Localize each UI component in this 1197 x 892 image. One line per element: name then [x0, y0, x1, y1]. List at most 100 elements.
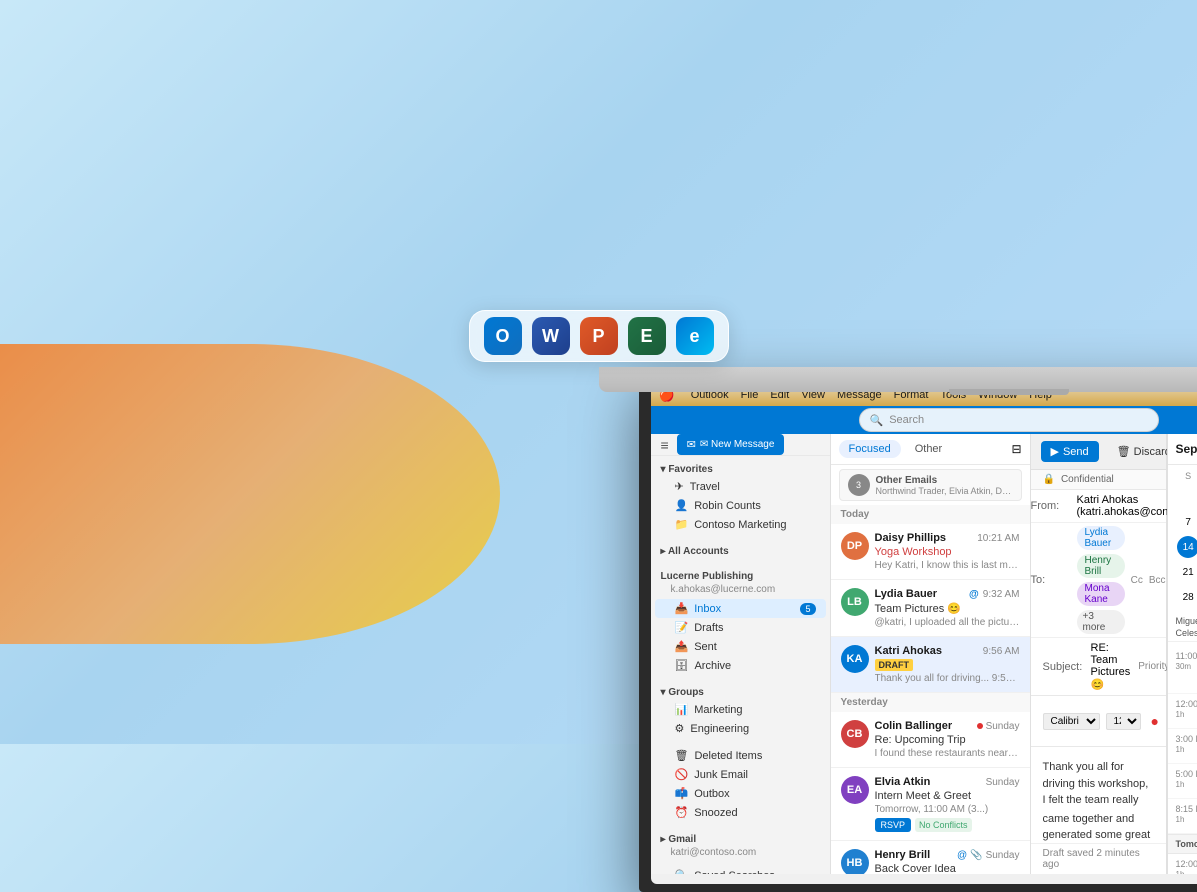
- font-size-select[interactable]: 12: [1106, 713, 1141, 730]
- email-item-daisy[interactable]: DP Daisy Phillips 10:21 AM Yoga Workshop…: [831, 524, 1030, 580]
- date-separator-yesterday: Yesterday: [831, 693, 1030, 712]
- search-bar[interactable]: 🔍 Search: [859, 408, 1159, 432]
- bcc-button[interactable]: Bcc: [1149, 575, 1166, 586]
- cc-button[interactable]: Cc: [1131, 575, 1143, 586]
- hamburger-icon[interactable]: ≡: [661, 437, 669, 453]
- send-button[interactable]: ▶ Send: [1041, 441, 1099, 462]
- cal-time-815pm: 8:15 PM1h: [1176, 802, 1197, 824]
- cal-date-7[interactable]: 7: [1177, 511, 1197, 533]
- favorites-header[interactable]: ▾ Favorites: [651, 460, 830, 477]
- email-item-lydia[interactable]: LB Lydia Bauer @9:32 AM Team Pictures 😊 …: [831, 580, 1030, 637]
- cal-event-review[interactable]: 3:00 PM1h Review with North... ⊙ Confere…: [1168, 729, 1197, 764]
- cal-time-3pm: 3:00 PM1h: [1176, 732, 1197, 754]
- sidebar-item-deleted[interactable]: 🗑 Deleted Items: [655, 746, 826, 765]
- folder-icon: 📁: [675, 518, 689, 531]
- focused-tab[interactable]: Focused: [839, 440, 901, 458]
- priority-label[interactable]: Priority: [1138, 661, 1169, 672]
- groups-header[interactable]: ▾ Groups: [651, 683, 830, 700]
- recipient-lydia[interactable]: Lydia Bauer: [1077, 526, 1125, 550]
- day-s1: S: [1176, 469, 1197, 483]
- app-area: ≡ ✉ ✉ New Message ▾ Favorites ✈: [651, 434, 1197, 874]
- sidebar-item-marketing[interactable]: 📊 Marketing: [655, 700, 826, 719]
- dock-word[interactable]: W: [532, 317, 570, 355]
- recipients-more[interactable]: +3 more: [1077, 610, 1125, 634]
- send-icon: ▶: [1051, 445, 1059, 458]
- formatting-bar: Calibri 12 ● B I U S ∧ ∨ >: [1031, 696, 1166, 747]
- sidebar-item-sent[interactable]: 📤 Sent: [655, 637, 826, 656]
- all-accounts-header[interactable]: ▸ All Accounts: [651, 542, 830, 559]
- inbox-badge: 5: [800, 603, 815, 615]
- grouped-emails-header[interactable]: 3 Other Emails Northwind Trader, Elvia A…: [839, 469, 1022, 501]
- excel-icon-letter: E: [640, 326, 652, 347]
- sidebar-item-travel[interactable]: ✈ Travel: [655, 477, 826, 496]
- preview-katri: Thank you all for driving... 9:56 AM: [875, 673, 1020, 684]
- gmail-header[interactable]: ▸ Gmail: [651, 830, 830, 847]
- font-select[interactable]: Calibri: [1043, 713, 1100, 730]
- email-item-katri-draft[interactable]: KA Katri Ahokas 9:56 AM DRAFT Thank you …: [831, 637, 1030, 693]
- edge-icon-letter: e: [689, 326, 699, 347]
- outbox-icon: 📫: [675, 787, 689, 800]
- sidebar-item-contoso[interactable]: 📁 Contoso Marketing: [655, 515, 826, 534]
- email-item-henry[interactable]: HB Henry Brill @ 📎 Sunday: [831, 841, 1030, 874]
- sidebar-item-robin[interactable]: 👤 Robin Counts: [655, 496, 826, 515]
- snooze-icon: ⏰: [675, 806, 689, 819]
- to-field[interactable]: To: Lydia Bauer Henry Brill Mona Kane +3…: [1031, 523, 1166, 638]
- rsvp-button[interactable]: RSVP: [875, 818, 912, 832]
- dock-powerpoint[interactable]: P: [580, 317, 618, 355]
- lucerne-section: Lucerne Publishing k.ahokas@lucerne.com …: [651, 563, 830, 679]
- sidebar-item-engineering[interactable]: ⚙ Engineering: [655, 719, 826, 738]
- email-item-colin[interactable]: CB Colin Ballinger Sunday Re: Upcoming: [831, 712, 1030, 768]
- sidebar-item-snoozed[interactable]: ⏰ Snoozed: [655, 803, 826, 822]
- recipient-mona[interactable]: Mona Kane: [1077, 582, 1125, 606]
- cal-time-12pm-tmrw: 12:00 PM1h: [1176, 857, 1197, 874]
- subject-daisy: Yoga Workshop: [875, 546, 1020, 558]
- cal-date-21[interactable]: 21: [1177, 561, 1197, 583]
- subject-row: Subject: RE: Team Pictures 😊 Priority ⌄: [1031, 638, 1166, 696]
- junk-icon: 🚫: [675, 768, 689, 781]
- compose-icon: ✉: [687, 438, 696, 451]
- cal-event-happy-hour[interactable]: 5:00 PM1h Happy Hour ⊙ Fabrikam: [1168, 764, 1197, 799]
- compose-toolbar: ▶ Send 🗑 Discard 📎 Attach ✒: [1031, 434, 1166, 470]
- email-body[interactable]: Thank you all for driving this workshop,…: [1031, 747, 1166, 843]
- cal-date-empty1[interactable]: [1177, 486, 1197, 508]
- email-tabs: Focused Other ⊟: [831, 434, 1030, 465]
- favorites-section: ▾ Favorites ✈ Travel 👤 Robin Counts: [651, 456, 830, 538]
- filter-icon[interactable]: ⊟: [1011, 442, 1021, 456]
- time-katri: 9:56 AM: [983, 646, 1020, 657]
- sidebar-item-drafts[interactable]: 📝 Drafts: [655, 618, 826, 637]
- groups-section: ▾ Groups 📊 Marketing ⚙ Engineering: [651, 679, 830, 742]
- cal-event-team-lunch[interactable]: 12:00 PM1h Team Lunch ⊙ Lucerne Publishi…: [1168, 694, 1197, 729]
- calendar-header: September: [1168, 434, 1197, 465]
- sidebar-item-saved-searches[interactable]: 🔍 Saved Searches: [655, 866, 826, 874]
- email-item-elvia[interactable]: EA Elvia Atkin Sunday Intern Meet & Gree…: [831, 768, 1030, 841]
- all-day-event-2[interactable]: Celeste's Birthday: [1176, 627, 1197, 639]
- dock-outlook[interactable]: O: [484, 317, 522, 355]
- cal-event-yoga[interactable]: 8:15 PM1h Yoga ⊙ Contoso: [1168, 799, 1197, 834]
- sidebar-item-junk[interactable]: 🚫 Junk Email: [655, 765, 826, 784]
- new-message-button[interactable]: ✉ ✉ New Message: [677, 434, 785, 455]
- draft-badge: DRAFT: [875, 659, 914, 671]
- calendar-grid: S M T W T F S 1 2: [1168, 465, 1197, 613]
- new-message-label: ✉ New Message: [700, 439, 775, 450]
- cal-event-robin-katri[interactable]: 12:00 PM1h 1:1 Robin / Katri ⊙ Soho: [1168, 854, 1197, 874]
- sidebar-item-archive[interactable]: 🗄 Archive: [655, 656, 826, 675]
- dock-excel[interactable]: E: [628, 317, 666, 355]
- gmail-section: ▸ Gmail katri@contoso.com: [651, 826, 830, 866]
- recipient-henry[interactable]: Henry Brill: [1077, 554, 1125, 578]
- cal-date-14-today[interactable]: 14: [1177, 536, 1197, 558]
- cal-date-28[interactable]: 28: [1177, 586, 1197, 608]
- cal-event-intern[interactable]: 11:00 AM30m Intern Meet & ... ⊙ Lucerne …: [1168, 646, 1197, 694]
- calendar-panel: September S M T W T F S: [1167, 434, 1197, 874]
- travel-icon: ✈: [675, 480, 684, 493]
- sender-elvia: Elvia Atkin: [875, 776, 931, 788]
- other-items-section: 🗑 Deleted Items 🚫 Junk Email 📫 Outbox: [651, 742, 830, 826]
- cal-dates: 1 2 3 4 5 6 7 8 9 10 11 12: [1176, 485, 1197, 609]
- sent-icon: 📤: [675, 640, 689, 653]
- other-tab[interactable]: Other: [905, 440, 953, 458]
- color-button[interactable]: ●: [1147, 711, 1163, 731]
- all-day-event-1[interactable]: Miguel Garcia - Out o...: [1176, 615, 1197, 627]
- lucerne-header[interactable]: Lucerne Publishing: [651, 567, 830, 584]
- dock-edge[interactable]: e: [676, 317, 714, 355]
- sidebar-item-outbox[interactable]: 📫 Outbox: [655, 784, 826, 803]
- sidebar-item-inbox[interactable]: 📥 Inbox 5: [655, 599, 826, 618]
